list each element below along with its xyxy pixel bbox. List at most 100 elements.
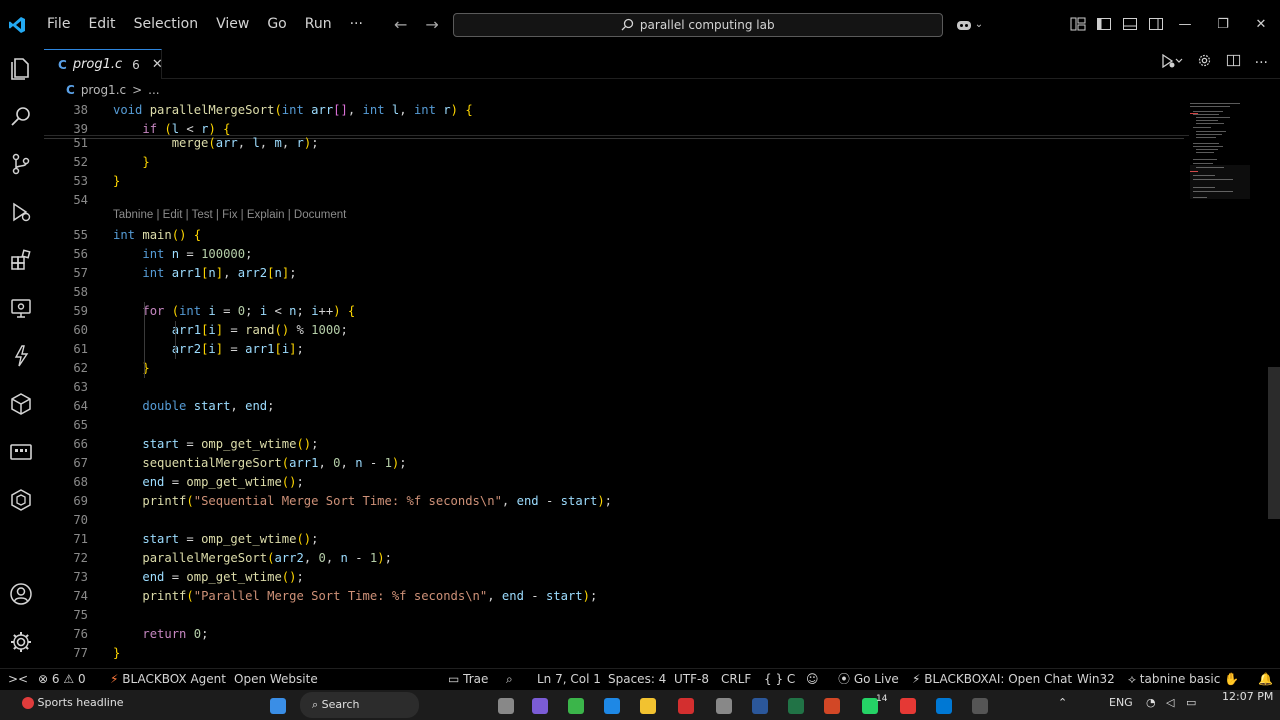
- close-window-icon[interactable]: ✕: [1242, 0, 1280, 49]
- breadcrumb-separator: >: [132, 83, 143, 97]
- tab-problem-count: 6: [132, 57, 140, 72]
- more-actions-icon[interactable]: ···: [1255, 55, 1268, 71]
- run-debug-icon[interactable]: [8, 199, 34, 225]
- powerpoint-icon[interactable]: [824, 698, 840, 714]
- go-live-button[interactable]: ⦿ Go Live: [838, 669, 899, 690]
- start-windows-icon[interactable]: [270, 698, 286, 714]
- line-number: 57: [73, 266, 88, 280]
- minimize-icon[interactable]: —: [1166, 0, 1204, 49]
- blackboxai-chat-button[interactable]: ⚡ BLACKBOXAI: Open Chat: [912, 669, 1072, 690]
- remote-indicator-icon[interactable]: ><: [8, 669, 28, 690]
- explorer-icon[interactable]: [8, 55, 34, 81]
- code-text: return 0;: [142, 627, 209, 641]
- menu-edit[interactable]: Edit: [79, 0, 124, 49]
- vertical-scrollbar[interactable]: [1268, 367, 1280, 519]
- code-text: int arr1[n], arr2[n];: [142, 266, 297, 280]
- code-text: int n = 100000;: [142, 247, 253, 261]
- word-icon[interactable]: [752, 698, 768, 714]
- tab-bar: C prog1.c 6 ✕: [44, 49, 1280, 79]
- app-icon[interactable]: [568, 698, 584, 714]
- back-arrow-icon[interactable]: ←: [394, 15, 407, 34]
- volume-icon[interactable]: ◁: [1166, 690, 1174, 716]
- menu-view[interactable]: View: [207, 0, 258, 49]
- search-icon[interactable]: [8, 103, 34, 129]
- open-website-button[interactable]: Open Website: [234, 669, 318, 690]
- lightning-icon: ⚡: [110, 672, 119, 686]
- c-file-icon: C: [58, 57, 67, 72]
- app-icon[interactable]: [678, 698, 694, 714]
- container-icon[interactable]: [8, 391, 34, 417]
- file-explorer-icon[interactable]: [640, 698, 656, 714]
- indent-guide: [175, 321, 176, 359]
- run-debug-dropdown-icon[interactable]: [1161, 53, 1183, 72]
- blackboxai-label: BLACKBOXAI: Open Chat: [924, 672, 1073, 686]
- line-number: 54: [73, 193, 88, 207]
- wifi-icon[interactable]: ◔: [1146, 690, 1156, 716]
- testing-flask-icon[interactable]: [8, 343, 34, 369]
- code-text: void parallelMergeSort(int arr[], int l,…: [113, 103, 473, 117]
- menu-selection[interactable]: Selection: [125, 0, 208, 49]
- menu-file[interactable]: File: [38, 0, 79, 49]
- news-widget[interactable]: Sports headline: [22, 690, 124, 716]
- input-language[interactable]: ENG: [1109, 690, 1133, 716]
- app-icon[interactable]: [532, 698, 548, 714]
- taskbar-search[interactable]: ⌕ Search: [300, 692, 420, 718]
- app-icon[interactable]: [972, 698, 988, 714]
- toggle-panel-icon[interactable]: [1122, 16, 1138, 32]
- minimap[interactable]: [1190, 101, 1250, 211]
- clock-time[interactable]: 12:07 PM: [1222, 684, 1273, 710]
- problems-indicator[interactable]: ⊗ 6 ⚠ 0: [38, 669, 86, 690]
- toggle-secondary-sidebar-icon[interactable]: [1148, 16, 1164, 32]
- code-text: printf("Sequential Merge Sort Time: %f s…: [142, 494, 613, 508]
- restore-icon[interactable]: ❐: [1204, 0, 1242, 49]
- copilot-status-icon[interactable]: ☺: [806, 669, 819, 690]
- gear-icon[interactable]: [8, 629, 34, 655]
- platform[interactable]: Win32: [1077, 669, 1115, 690]
- breadcrumb-file[interactable]: prog1.c: [81, 83, 126, 97]
- task-view-icon[interactable]: [498, 698, 514, 714]
- toggle-primary-sidebar-icon[interactable]: [1096, 16, 1112, 32]
- line-number: 51: [73, 136, 88, 150]
- tab-filename: prog1.c: [72, 57, 123, 72]
- excel-icon[interactable]: [788, 698, 804, 714]
- settings-gear-icon[interactable]: [1197, 53, 1212, 72]
- line-number: 65: [73, 418, 88, 432]
- zoom-icon[interactable]: ⌕: [506, 669, 513, 690]
- account-icon[interactable]: [8, 581, 34, 607]
- code-text: }: [113, 646, 121, 660]
- tabnine-codelens[interactable]: Tabnine | Edit | Test | Fix | Explain | …: [113, 209, 346, 221]
- breadcrumb[interactable]: C prog1.c > ...: [44, 79, 1280, 101]
- menu-go[interactable]: Go: [258, 0, 295, 49]
- line-number: 72: [73, 551, 88, 565]
- menu-run[interactable]: Run: [296, 0, 341, 49]
- app-icon[interactable]: [716, 698, 732, 714]
- extensions-icon[interactable]: [8, 247, 34, 273]
- app-icon[interactable]: [900, 698, 916, 714]
- code-text: merge(arr, l, m, r);: [171, 136, 319, 150]
- source-control-icon[interactable]: [8, 151, 34, 177]
- command-center-search[interactable]: parallel computing lab: [452, 12, 943, 37]
- split-editor-icon[interactable]: [1226, 53, 1241, 72]
- remote-explorer-icon[interactable]: [8, 295, 34, 321]
- vscode-taskbar-icon[interactable]: [936, 698, 952, 714]
- indentation[interactable]: Spaces: 4: [608, 669, 666, 690]
- blackbox-icon[interactable]: [8, 439, 34, 465]
- close-tab-icon[interactable]: ✕: [152, 57, 163, 72]
- breadcrumb-more[interactable]: ...: [148, 83, 159, 97]
- blackbox-agent-button[interactable]: ⚡ BLACKBOX Agent: [110, 669, 226, 690]
- cursor-position[interactable]: Ln 7, Col 1: [537, 669, 601, 690]
- encoding[interactable]: UTF-8: [674, 669, 709, 690]
- forward-arrow-icon[interactable]: →: [425, 15, 438, 34]
- tray-chevron-icon[interactable]: ⌃: [1058, 690, 1067, 716]
- line-ending[interactable]: CRLF: [721, 669, 751, 690]
- trae-button[interactable]: ▭ Trae: [448, 669, 488, 690]
- edge-icon[interactable]: [604, 698, 620, 714]
- customize-layout-icon[interactable]: [1070, 16, 1086, 32]
- copilot-menu[interactable]: ⌄: [955, 18, 983, 32]
- battery-icon[interactable]: ▭: [1186, 690, 1196, 716]
- hexagon-extension-icon[interactable]: [8, 487, 34, 513]
- language-mode[interactable]: { } C: [764, 669, 795, 690]
- menu-more[interactable]: ···: [341, 0, 372, 49]
- line-number: 71: [73, 532, 88, 546]
- tab-prog1-c[interactable]: C prog1.c 6 ✕: [44, 49, 163, 79]
